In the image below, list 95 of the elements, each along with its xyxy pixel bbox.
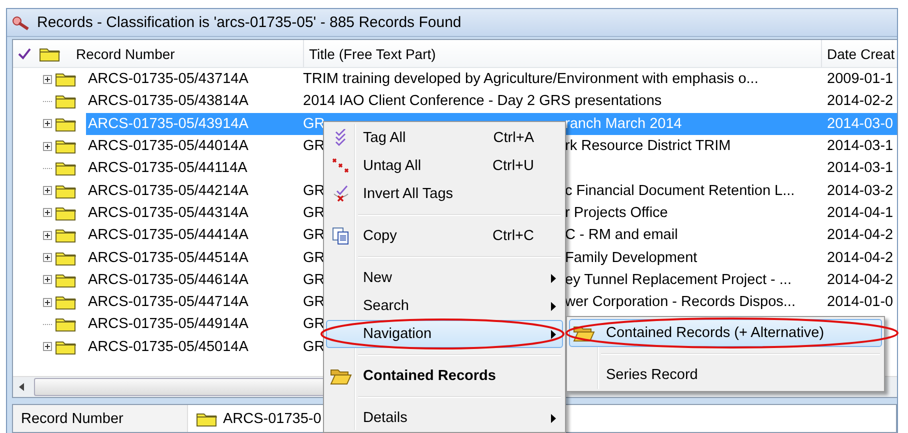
checkmark-icon[interactable] — [18, 48, 31, 60]
menu-item[interactable]: Tag All Ctrl+A — [326, 124, 563, 152]
table-cell-text: 2014-04-2 — [826, 250, 894, 266]
record-number[interactable]: ARCS-01735-05/44614A — [86, 268, 303, 291]
table-cell: GR — [303, 138, 325, 154]
field-label: Record Number — [21, 411, 124, 427]
wrench-icon — [11, 14, 31, 30]
table-cell: wer Corporation - Records Dispos... — [565, 294, 796, 310]
menu-item[interactable]: Details — [326, 404, 563, 432]
record-number[interactable]: ARCS-01735-05/44214A — [86, 179, 303, 202]
table-cell: 2014 IAO Client Conference - Day 2 GRS presentations — [303, 93, 662, 110]
table-cell-text: 2014-03-1 — [826, 160, 894, 176]
expand-icon[interactable] — [43, 342, 52, 352]
menu-item[interactable]: Search — [326, 292, 563, 320]
column-header[interactable]: Title (Free Text Part) — [309, 46, 436, 62]
folder-icon — [196, 411, 218, 427]
expand-icon[interactable] — [43, 208, 52, 218]
folder-icon — [39, 46, 61, 62]
folder-icon — [55, 204, 77, 221]
record-number[interactable]: ARCS-01735-05/45014A — [86, 336, 303, 358]
folder-icon — [55, 93, 77, 110]
folder-icon — [55, 182, 77, 199]
expand-icon[interactable] — [43, 119, 52, 128]
folder-icon — [55, 316, 77, 332]
table-cell: GR — [303, 182, 325, 199]
menu-item[interactable]: New — [326, 264, 563, 292]
record-number[interactable]: ARCS-01735-05/44014A — [86, 134, 303, 158]
expand-icon[interactable] — [43, 186, 52, 196]
record-number[interactable]: ARCS-01735-05/44514A — [86, 246, 303, 269]
menu-item[interactable]: Invert All Tags — [326, 180, 563, 208]
open-folder-icon — [573, 324, 595, 342]
folder-icon — [55, 138, 77, 154]
record-number[interactable]: ARCS-01735-05/43814A — [86, 90, 303, 113]
table-cell: GR — [303, 227, 325, 244]
submenu-arrow-icon — [550, 302, 556, 310]
record-number[interactable]: ARCS-01735-05/44914A — [86, 313, 303, 336]
record-number[interactable]: ARCS-01735-05/44114A — [86, 157, 303, 180]
check-cross-icon — [332, 185, 350, 203]
table-cell: GR — [303, 272, 325, 288]
folder-icon — [55, 227, 77, 244]
field-value: ARCS-01735-0 — [223, 411, 322, 427]
table-cell: r Projects Office — [565, 204, 668, 221]
table-cell-text: 2014-04-1 — [826, 204, 894, 221]
table-cell: ey Tunnel Replacement Project - ... — [565, 272, 792, 288]
table-cell-text: 2014-02-2 — [826, 93, 894, 110]
record-number[interactable]: ARCS-01735-05/44414A — [86, 224, 303, 246]
crosses-icon — [332, 158, 350, 174]
record-number[interactable]: ARCS-01735-05/44314A — [86, 202, 303, 224]
table-cell-text: 2014-04-2 — [826, 272, 894, 288]
folder-icon — [55, 116, 77, 132]
table-cell-text: 2014-04-2 — [826, 227, 894, 244]
folder-icon — [55, 160, 77, 176]
expand-icon[interactable] — [43, 142, 52, 151]
table-cell: Family Development — [565, 250, 698, 266]
expand-icon[interactable] — [43, 275, 52, 284]
folder-icon — [55, 294, 77, 310]
table-cell: TRIM training developed by Agriculture/Environment with emphasis o... — [303, 71, 758, 88]
folder-icon — [55, 250, 77, 266]
folder-icon — [55, 338, 77, 355]
table-cell: GR — [303, 116, 325, 132]
table-cell: GR — [303, 204, 325, 221]
table-cell: GR — [303, 294, 325, 310]
record-number[interactable]: ARCS-01735-05/44714A — [86, 290, 303, 314]
table-cell-text: 2014-03-2 — [826, 182, 894, 199]
column-header[interactable]: Date Creat — [827, 46, 895, 62]
table-cell-text: 2014-03-1 — [826, 138, 894, 154]
table-cell: ranch March 2014 — [565, 116, 682, 132]
submenu-arrow-icon — [550, 274, 556, 282]
scrollbar-thumb[interactable] — [34, 378, 326, 396]
submenu-arrow-icon — [550, 414, 556, 422]
menu-item[interactable]: Untag All Ctrl+U — [326, 152, 563, 180]
table-cell: C - RM and email — [565, 227, 678, 244]
table-cell: GR — [303, 316, 325, 332]
submenu-arrow-icon — [550, 330, 556, 338]
menu-item[interactable]: Series Record — [569, 361, 882, 389]
table-cell-text: 2014-01-0 — [826, 294, 894, 310]
expand-icon[interactable] — [43, 253, 52, 262]
expand-icon[interactable] — [43, 230, 52, 240]
table-cell: GR — [303, 338, 325, 355]
open-folder-icon — [330, 367, 352, 385]
table-cell-text: 2009-01-1 — [826, 71, 894, 88]
table-cell: rk Resource District TRIM — [565, 138, 731, 154]
expand-icon[interactable] — [43, 74, 52, 84]
folder-icon — [55, 272, 77, 288]
copy-icon — [332, 227, 350, 245]
window-title: Records - Classification is 'arcs-01735-05' - 885 Records Found — [37, 14, 462, 31]
column-header[interactable]: Record Number — [76, 46, 175, 62]
expand-icon[interactable] — [43, 298, 52, 307]
left-arrow-icon[interactable] — [19, 383, 24, 391]
record-number[interactable]: ARCS-01735-05/43714A — [86, 68, 303, 90]
folder-icon — [55, 71, 77, 88]
menu-item[interactable]: Contained Records — [326, 362, 563, 390]
table-cell: GR — [303, 250, 325, 266]
menu-item[interactable]: Copy Ctrl+C — [326, 222, 563, 250]
table-cell-text: 2014-03-0 — [826, 116, 894, 132]
